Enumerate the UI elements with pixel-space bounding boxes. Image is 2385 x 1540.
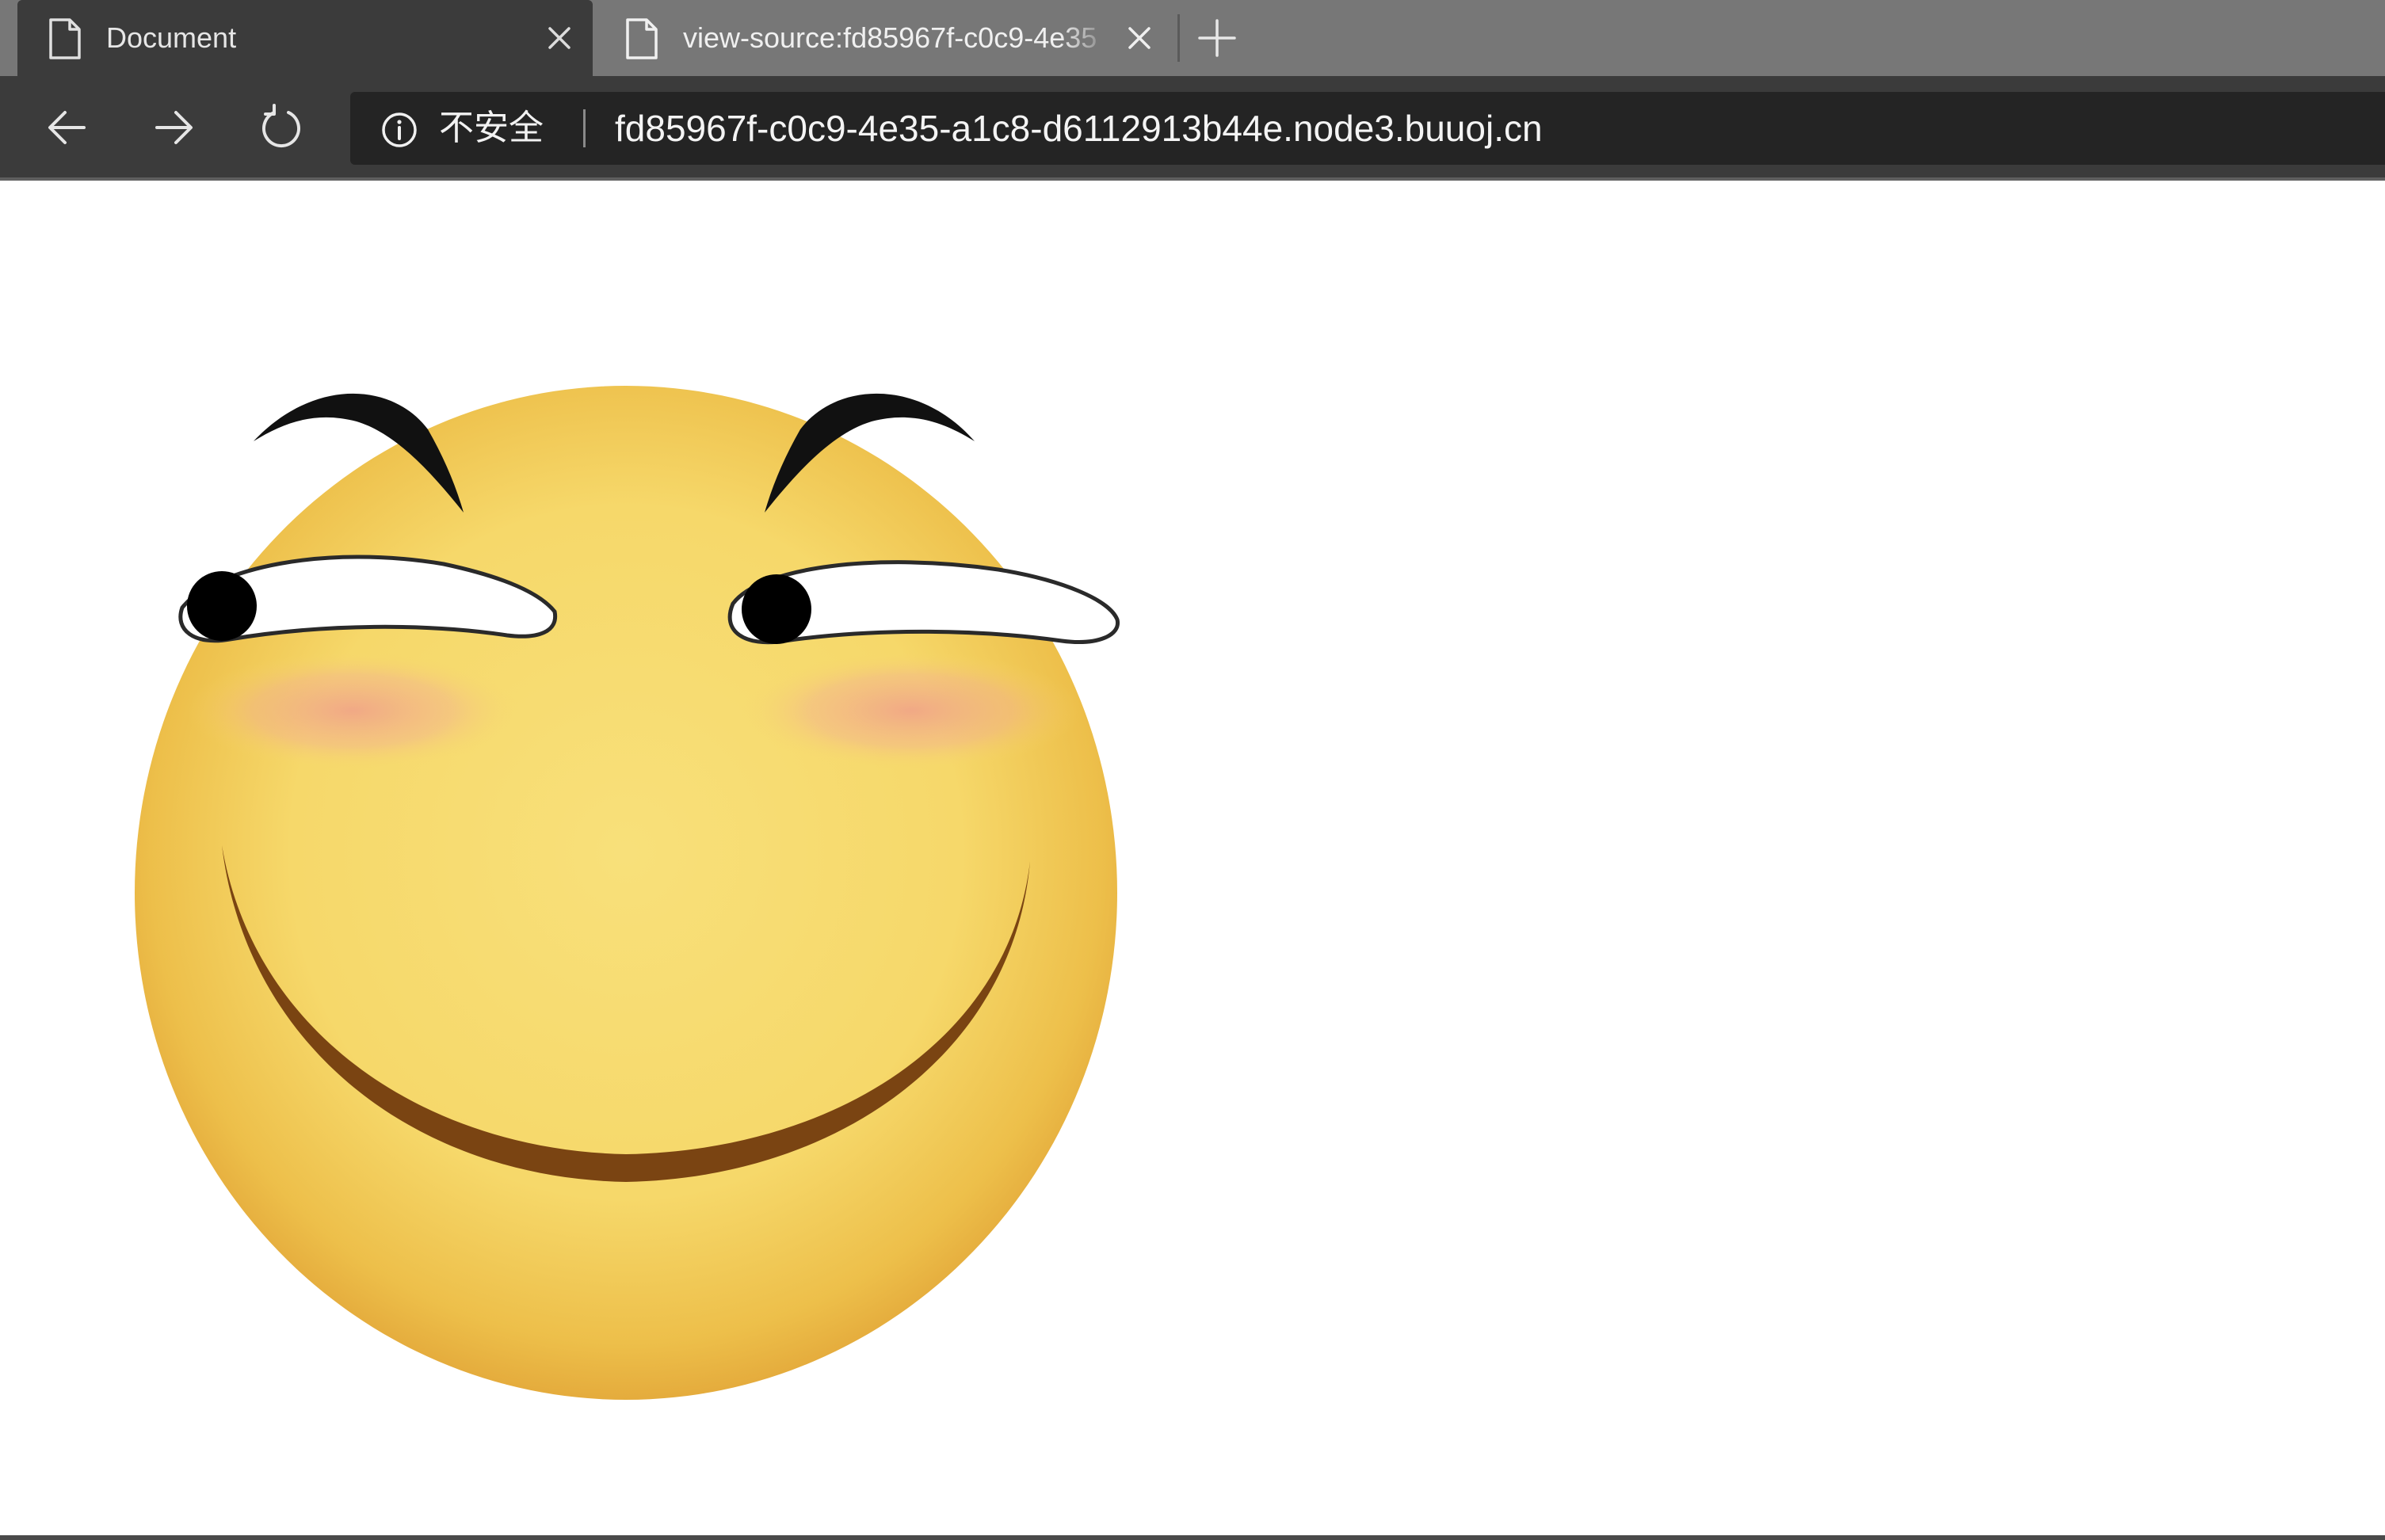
url-text[interactable]: fd85967f-c0c9-4e35-a1c8-d6112913b44e.nod… [615, 92, 1543, 165]
face [135, 386, 1117, 1400]
page-icon [626, 18, 658, 59]
address-bar[interactable]: 不安全 fd85967f-c0c9-4e35-a1c8-d6112913b44e… [350, 92, 2385, 165]
left-blush [186, 651, 519, 770]
window-bottom-edge [0, 1535, 2385, 1540]
back-arrow-icon[interactable] [41, 101, 93, 154]
close-icon[interactable] [1124, 22, 1155, 54]
address-divider [583, 109, 586, 147]
smiling-face-image [135, 386, 1120, 1400]
page-viewport [0, 184, 2385, 1537]
tab-view-source[interactable]: view-source:fd85967f-c0c9-4e35 [594, 0, 1175, 76]
tab-document[interactable]: Document [17, 0, 593, 76]
close-icon[interactable] [544, 22, 575, 54]
tab-title: Document [106, 21, 237, 54]
right-blush [741, 651, 1082, 770]
browser-window: Document view-source:fd85967f-c0c9-4e35 [0, 0, 2385, 1540]
plus-icon[interactable] [1196, 17, 1238, 59]
navigation-toolbar: 不安全 fd85967f-c0c9-4e35-a1c8-d6112913b44e… [0, 76, 2385, 181]
tab-separator [1177, 14, 1180, 62]
refresh-icon[interactable] [255, 101, 307, 154]
left-pupil [187, 571, 257, 641]
security-status-label[interactable]: 不安全 [439, 92, 544, 165]
tab-title: view-source:fd85967f-c0c9-4e35 [683, 21, 1097, 54]
page-icon [49, 18, 81, 59]
forward-arrow-icon[interactable] [147, 101, 200, 154]
info-icon[interactable] [380, 111, 418, 149]
tab-strip: Document view-source:fd85967f-c0c9-4e35 [0, 0, 2385, 76]
right-pupil [742, 574, 811, 644]
